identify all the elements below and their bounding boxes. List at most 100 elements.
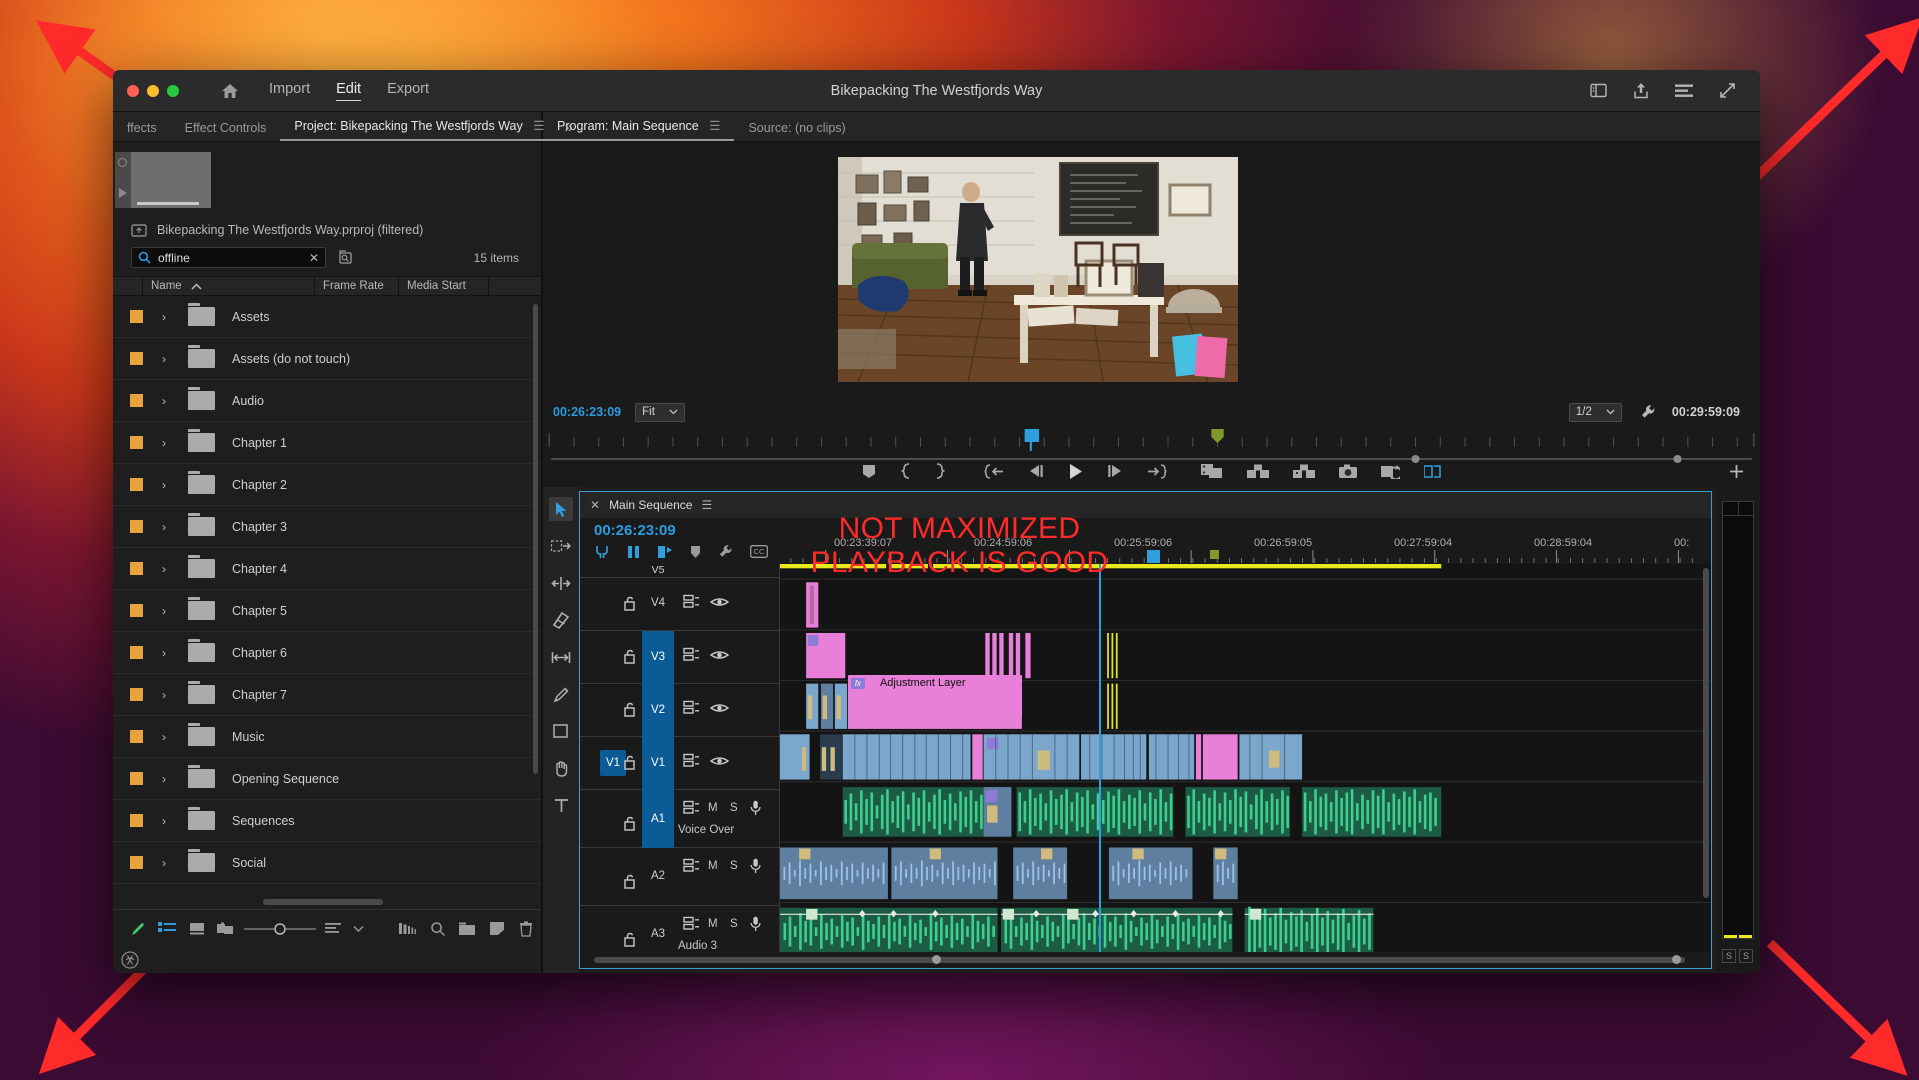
delete-trash-icon[interactable] [511, 916, 541, 942]
mic-icon[interactable] [750, 916, 761, 932]
table-row[interactable]: › Chapter 1 [113, 422, 541, 464]
track-name-v2[interactable]: V2 [642, 684, 674, 737]
table-row[interactable]: › Opening Sequence [113, 758, 541, 800]
track-header-a3[interactable]: A3 M S Audio 3 [580, 906, 779, 952]
panel-layout-icon[interactable] [1590, 83, 1607, 98]
plus-icon[interactable] [1729, 464, 1744, 479]
insert-icon[interactable] [1293, 464, 1315, 478]
bin-item-list[interactable]: › Assets › Assets (do not touch) › Audio › C… [113, 296, 541, 909]
label-color-swatch[interactable] [130, 856, 143, 869]
markers-icon[interactable] [657, 545, 673, 559]
lift-icon[interactable] [1201, 463, 1223, 479]
overwrite-icon[interactable] [1381, 464, 1400, 479]
table-row[interactable]: › Audio [113, 380, 541, 422]
bin-horizontal-scrollbar[interactable] [263, 899, 383, 905]
linked-selection-icon[interactable] [627, 545, 640, 559]
disclosure-chevron-icon[interactable]: › [162, 814, 166, 828]
disclosure-chevron-icon[interactable]: › [162, 310, 166, 324]
mic-icon[interactable] [750, 858, 761, 874]
track-name-v1[interactable]: V1 [642, 737, 674, 790]
label-color-swatch[interactable] [130, 520, 143, 533]
timeline-tool-palette[interactable] [543, 487, 579, 973]
scroll-handle-right[interactable] [1672, 955, 1681, 964]
sync-lock-icon[interactable] [683, 916, 700, 931]
lock-open-icon[interactable] [624, 755, 636, 770]
main-nav-tabs[interactable]: Import Edit Export [269, 81, 429, 101]
tab-effects[interactable]: ffects [113, 121, 171, 141]
timeline-playhead-handle[interactable] [1147, 550, 1160, 563]
zoom-level-select[interactable]: Fit [635, 402, 685, 422]
monitor-transport-controls[interactable] [543, 455, 1760, 487]
audio-meter-solo-buttons[interactable]: S S [1722, 949, 1753, 963]
meter-solo-right[interactable]: S [1739, 949, 1753, 963]
captions-icon[interactable]: CC [750, 545, 768, 558]
lock-open-icon[interactable] [624, 596, 636, 611]
minimize-window-button[interactable] [147, 84, 159, 97]
table-row[interactable]: › Chapter 6 [113, 632, 541, 674]
track-name-a3[interactable]: A3 [642, 928, 674, 940]
sort-icon[interactable] [318, 916, 348, 942]
track-header-a1[interactable]: A1 M S Voice Over [580, 790, 779, 848]
label-color-swatch[interactable] [130, 394, 143, 407]
disclosure-chevron-icon[interactable]: › [162, 562, 166, 576]
zoom-slider[interactable] [241, 916, 318, 942]
clip-adjustment-layer[interactable]: fx Adjustment Layer [847, 675, 1023, 717]
pen-tool[interactable] [549, 682, 573, 706]
razor-tool[interactable] [549, 608, 573, 632]
home-icon[interactable] [217, 78, 243, 104]
freeform-view-icon[interactable] [212, 916, 242, 942]
track-name-v3[interactable]: V3 [642, 631, 674, 684]
nav-tab-export[interactable]: Export [387, 81, 429, 101]
sync-lock-icon[interactable] [683, 800, 700, 815]
table-row[interactable]: › Assets (do not touch) [113, 338, 541, 380]
disclosure-chevron-icon[interactable]: › [162, 772, 166, 786]
resolution-select[interactable]: 1/2 [1568, 402, 1622, 422]
search-input-wrapper[interactable]: ✕ [131, 247, 326, 268]
mark-in-icon[interactable] [900, 463, 911, 479]
table-row[interactable]: › Chapter 3 [113, 506, 541, 548]
label-color-swatch[interactable] [130, 688, 143, 701]
scroll-handle-left[interactable] [932, 955, 941, 964]
column-header-media-start[interactable]: Media Start [399, 276, 489, 296]
tab-menu-icon[interactable]: ☰ [533, 119, 544, 133]
sync-lock-icon[interactable] [683, 753, 700, 768]
timeline-tab-bar[interactable]: ✕ Main Sequence ☰ [580, 492, 1711, 518]
snap-icon[interactable] [594, 545, 610, 559]
source-patch-v1[interactable]: V1 [600, 750, 626, 776]
label-color-swatch[interactable] [130, 562, 143, 575]
disclosure-chevron-icon[interactable]: › [162, 688, 166, 702]
timeline-vertical-scrollbar[interactable] [1703, 568, 1709, 898]
close-icon[interactable]: ✕ [309, 251, 319, 265]
selection-tool[interactable] [549, 497, 573, 521]
label-color-swatch[interactable] [130, 478, 143, 491]
monitor-tabs[interactable]: Program: Main Sequence ☰ Source: (no cli… [543, 112, 1760, 142]
track-header-v4[interactable]: V4 [580, 578, 779, 631]
meter-solo-left[interactable]: S [1722, 949, 1736, 963]
label-color-swatch[interactable] [130, 310, 143, 323]
table-row[interactable]: › Chapter 2 [113, 464, 541, 506]
list-menu-icon[interactable] [1675, 84, 1693, 98]
icon-view-icon[interactable] [182, 916, 212, 942]
disclosure-chevron-icon[interactable]: › [162, 730, 166, 744]
timeline-sequence[interactable]: ✕ Main Sequence ☰ 00:26:23:09 CC 00:23:3… [579, 491, 1712, 969]
menu-icon[interactable]: ☰ [701, 498, 712, 512]
timeline-ruler-bar[interactable]: 00:26:23:09 CC 00:23:39:07 00:24:59:06 0… [580, 518, 1711, 564]
project-panel-tabs[interactable]: ffects Effect Controls Project: Bikepack… [113, 112, 573, 142]
disclosure-chevron-icon[interactable]: › [162, 394, 166, 408]
window-controls[interactable] [127, 84, 179, 97]
timeline-ruler[interactable]: 00:23:39:07 00:24:59:06 00:25:59:06 00:2… [780, 518, 1711, 564]
track-header-v3[interactable]: V3 [580, 631, 779, 684]
lock-open-icon[interactable] [624, 702, 636, 717]
timeline-tab-label[interactable]: Main Sequence [609, 498, 692, 512]
share-export-icon[interactable] [1633, 82, 1649, 99]
thumbnail-size-icon[interactable] [393, 916, 423, 942]
step-back-icon[interactable] [1028, 464, 1044, 478]
column-header-name[interactable]: Name [143, 276, 315, 296]
close-icon[interactable]: ✕ [590, 498, 600, 512]
timeline-clips[interactable]: fx Adjustment Layer [780, 564, 1711, 952]
sort-chevron-icon[interactable] [348, 916, 370, 942]
type-tool[interactable] [549, 793, 573, 817]
wrench-icon[interactable] [1640, 404, 1656, 420]
track-name-a2[interactable]: A2 [642, 870, 674, 882]
slip-tool[interactable] [549, 645, 573, 669]
